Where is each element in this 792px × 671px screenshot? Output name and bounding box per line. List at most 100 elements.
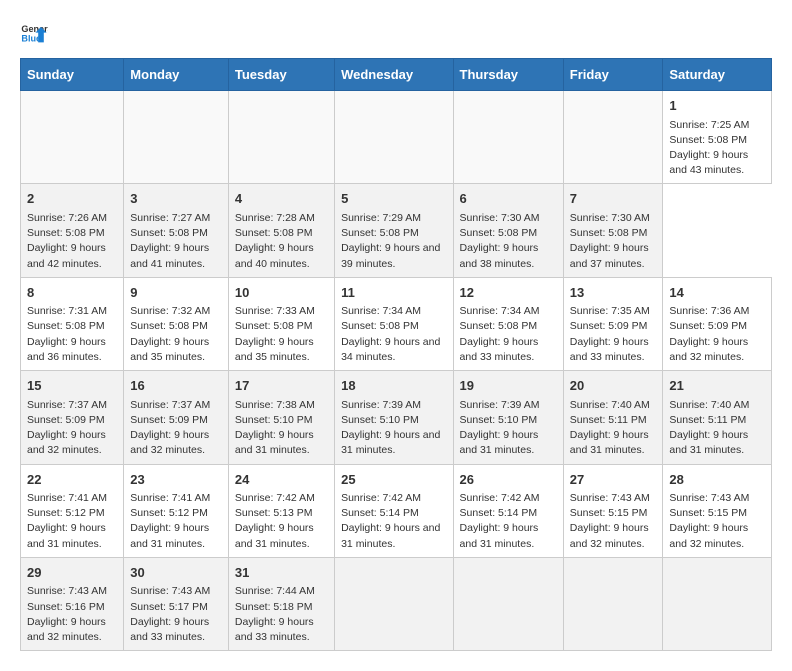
cell-info: Sunrise: 7:42 AMSunset: 5:13 PMDaylight:… xyxy=(235,491,328,552)
calendar-cell: 29Sunrise: 7:43 AMSunset: 5:16 PMDayligh… xyxy=(21,557,124,650)
day-number: 29 xyxy=(27,563,117,583)
calendar-cell xyxy=(453,91,563,184)
cell-info: Sunrise: 7:33 AMSunset: 5:08 PMDaylight:… xyxy=(235,304,328,365)
cell-info: Sunrise: 7:29 AMSunset: 5:08 PMDaylight:… xyxy=(341,211,446,272)
calendar-cell: 19Sunrise: 7:39 AMSunset: 5:10 PMDayligh… xyxy=(453,371,563,464)
cell-info: Sunrise: 7:30 AMSunset: 5:08 PMDaylight:… xyxy=(460,211,557,272)
calendar-cell: 6Sunrise: 7:30 AMSunset: 5:08 PMDaylight… xyxy=(453,184,563,277)
calendar-cell: 10Sunrise: 7:33 AMSunset: 5:08 PMDayligh… xyxy=(228,277,334,370)
day-number: 9 xyxy=(130,283,222,303)
header-day-monday: Monday xyxy=(124,59,229,91)
cell-info: Sunrise: 7:40 AMSunset: 5:11 PMDaylight:… xyxy=(669,398,765,459)
svg-text:Blue: Blue xyxy=(21,34,41,44)
calendar-cell: 8Sunrise: 7:31 AMSunset: 5:08 PMDaylight… xyxy=(21,277,124,370)
calendar-cell: 20Sunrise: 7:40 AMSunset: 5:11 PMDayligh… xyxy=(563,371,663,464)
calendar-cell: 16Sunrise: 7:37 AMSunset: 5:09 PMDayligh… xyxy=(124,371,229,464)
cell-info: Sunrise: 7:42 AMSunset: 5:14 PMDaylight:… xyxy=(341,491,446,552)
calendar-cell: 25Sunrise: 7:42 AMSunset: 5:14 PMDayligh… xyxy=(335,464,453,557)
cell-info: Sunrise: 7:34 AMSunset: 5:08 PMDaylight:… xyxy=(341,304,446,365)
day-number: 22 xyxy=(27,470,117,490)
day-number: 5 xyxy=(341,189,446,209)
cell-info: Sunrise: 7:43 AMSunset: 5:16 PMDaylight:… xyxy=(27,584,117,645)
header-day-thursday: Thursday xyxy=(453,59,563,91)
day-number: 12 xyxy=(460,283,557,303)
calendar-cell: 2Sunrise: 7:26 AMSunset: 5:08 PMDaylight… xyxy=(21,184,124,277)
cell-info: Sunrise: 7:41 AMSunset: 5:12 PMDaylight:… xyxy=(27,491,117,552)
cell-info: Sunrise: 7:36 AMSunset: 5:09 PMDaylight:… xyxy=(669,304,765,365)
cell-info: Sunrise: 7:37 AMSunset: 5:09 PMDaylight:… xyxy=(27,398,117,459)
calendar-week-5: 22Sunrise: 7:41 AMSunset: 5:12 PMDayligh… xyxy=(21,464,772,557)
cell-info: Sunrise: 7:32 AMSunset: 5:08 PMDaylight:… xyxy=(130,304,222,365)
cell-info: Sunrise: 7:40 AMSunset: 5:11 PMDaylight:… xyxy=(570,398,657,459)
calendar-cell: 17Sunrise: 7:38 AMSunset: 5:10 PMDayligh… xyxy=(228,371,334,464)
day-number: 31 xyxy=(235,563,328,583)
day-number: 13 xyxy=(570,283,657,303)
calendar-week-1: 1Sunrise: 7:25 AMSunset: 5:08 PMDaylight… xyxy=(21,91,772,184)
cell-info: Sunrise: 7:35 AMSunset: 5:09 PMDaylight:… xyxy=(570,304,657,365)
cell-info: Sunrise: 7:37 AMSunset: 5:09 PMDaylight:… xyxy=(130,398,222,459)
calendar-cell: 3Sunrise: 7:27 AMSunset: 5:08 PMDaylight… xyxy=(124,184,229,277)
day-number: 4 xyxy=(235,189,328,209)
header-day-tuesday: Tuesday xyxy=(228,59,334,91)
header-day-saturday: Saturday xyxy=(663,59,772,91)
day-number: 15 xyxy=(27,376,117,396)
calendar-cell: 30Sunrise: 7:43 AMSunset: 5:17 PMDayligh… xyxy=(124,557,229,650)
day-number: 27 xyxy=(570,470,657,490)
header-day-wednesday: Wednesday xyxy=(335,59,453,91)
day-number: 2 xyxy=(27,189,117,209)
logo-icon: General Blue xyxy=(20,20,48,48)
calendar-cell: 28Sunrise: 7:43 AMSunset: 5:15 PMDayligh… xyxy=(663,464,772,557)
header-row: SundayMondayTuesdayWednesdayThursdayFrid… xyxy=(21,59,772,91)
cell-info: Sunrise: 7:34 AMSunset: 5:08 PMDaylight:… xyxy=(460,304,557,365)
cell-info: Sunrise: 7:27 AMSunset: 5:08 PMDaylight:… xyxy=(130,211,222,272)
calendar-cell: 14Sunrise: 7:36 AMSunset: 5:09 PMDayligh… xyxy=(663,277,772,370)
calendar-cell: 5Sunrise: 7:29 AMSunset: 5:08 PMDaylight… xyxy=(335,184,453,277)
cell-info: Sunrise: 7:25 AMSunset: 5:08 PMDaylight:… xyxy=(669,118,765,179)
header: General Blue xyxy=(20,20,772,48)
calendar-cell: 9Sunrise: 7:32 AMSunset: 5:08 PMDaylight… xyxy=(124,277,229,370)
calendar-cell: 18Sunrise: 7:39 AMSunset: 5:10 PMDayligh… xyxy=(335,371,453,464)
cell-info: Sunrise: 7:38 AMSunset: 5:10 PMDaylight:… xyxy=(235,398,328,459)
day-number: 3 xyxy=(130,189,222,209)
day-number: 21 xyxy=(669,376,765,396)
calendar-cell: 13Sunrise: 7:35 AMSunset: 5:09 PMDayligh… xyxy=(563,277,663,370)
calendar-cell xyxy=(563,91,663,184)
header-day-sunday: Sunday xyxy=(21,59,124,91)
calendar-cell: 26Sunrise: 7:42 AMSunset: 5:14 PMDayligh… xyxy=(453,464,563,557)
cell-info: Sunrise: 7:26 AMSunset: 5:08 PMDaylight:… xyxy=(27,211,117,272)
calendar-cell xyxy=(228,91,334,184)
day-number: 25 xyxy=(341,470,446,490)
cell-info: Sunrise: 7:39 AMSunset: 5:10 PMDaylight:… xyxy=(341,398,446,459)
calendar-cell xyxy=(335,91,453,184)
day-number: 1 xyxy=(669,96,765,116)
day-number: 14 xyxy=(669,283,765,303)
cell-info: Sunrise: 7:43 AMSunset: 5:17 PMDaylight:… xyxy=(130,584,222,645)
calendar-table: SundayMondayTuesdayWednesdayThursdayFrid… xyxy=(20,58,772,651)
calendar-cell xyxy=(335,557,453,650)
calendar-cell: 27Sunrise: 7:43 AMSunset: 5:15 PMDayligh… xyxy=(563,464,663,557)
day-number: 28 xyxy=(669,470,765,490)
calendar-week-2: 2Sunrise: 7:26 AMSunset: 5:08 PMDaylight… xyxy=(21,184,772,277)
cell-info: Sunrise: 7:31 AMSunset: 5:08 PMDaylight:… xyxy=(27,304,117,365)
day-number: 23 xyxy=(130,470,222,490)
day-number: 6 xyxy=(460,189,557,209)
day-number: 20 xyxy=(570,376,657,396)
cell-info: Sunrise: 7:44 AMSunset: 5:18 PMDaylight:… xyxy=(235,584,328,645)
cell-info: Sunrise: 7:42 AMSunset: 5:14 PMDaylight:… xyxy=(460,491,557,552)
calendar-cell: 7Sunrise: 7:30 AMSunset: 5:08 PMDaylight… xyxy=(563,184,663,277)
calendar-cell: 12Sunrise: 7:34 AMSunset: 5:08 PMDayligh… xyxy=(453,277,563,370)
day-number: 8 xyxy=(27,283,117,303)
day-number: 19 xyxy=(460,376,557,396)
cell-info: Sunrise: 7:43 AMSunset: 5:15 PMDaylight:… xyxy=(669,491,765,552)
calendar-cell: 22Sunrise: 7:41 AMSunset: 5:12 PMDayligh… xyxy=(21,464,124,557)
calendar-cell: 1Sunrise: 7:25 AMSunset: 5:08 PMDaylight… xyxy=(663,91,772,184)
cell-info: Sunrise: 7:41 AMSunset: 5:12 PMDaylight:… xyxy=(130,491,222,552)
calendar-cell: 15Sunrise: 7:37 AMSunset: 5:09 PMDayligh… xyxy=(21,371,124,464)
calendar-cell: 24Sunrise: 7:42 AMSunset: 5:13 PMDayligh… xyxy=(228,464,334,557)
day-number: 30 xyxy=(130,563,222,583)
calendar-week-4: 15Sunrise: 7:37 AMSunset: 5:09 PMDayligh… xyxy=(21,371,772,464)
cell-info: Sunrise: 7:43 AMSunset: 5:15 PMDaylight:… xyxy=(570,491,657,552)
cell-info: Sunrise: 7:28 AMSunset: 5:08 PMDaylight:… xyxy=(235,211,328,272)
calendar-cell xyxy=(124,91,229,184)
day-number: 17 xyxy=(235,376,328,396)
